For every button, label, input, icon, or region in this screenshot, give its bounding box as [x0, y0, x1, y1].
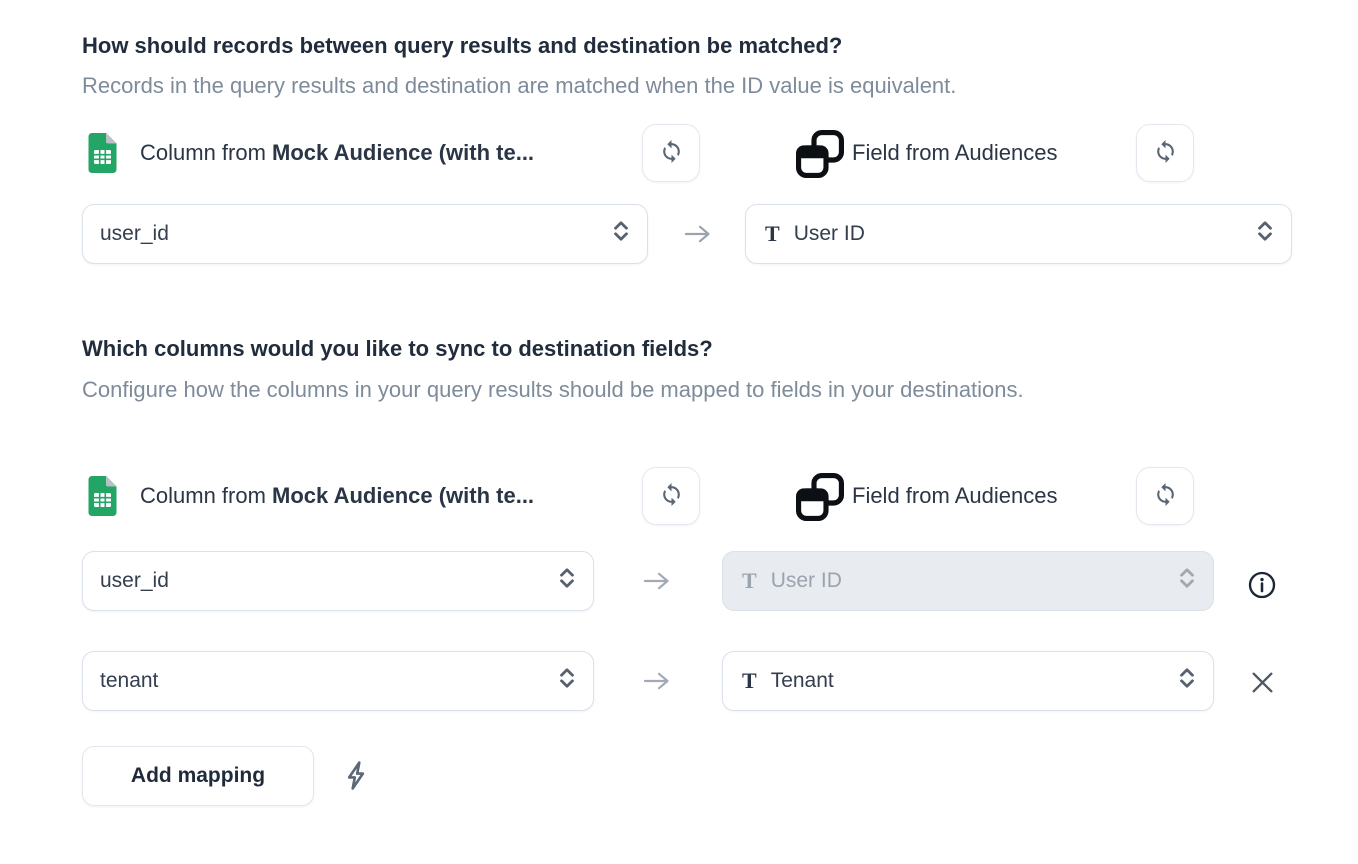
- string-type-icon: T: [742, 668, 757, 694]
- mapping-source-value: user_id: [100, 569, 169, 593]
- refresh-arrows-icon: [659, 482, 684, 510]
- up-down-chevrons-icon: [1175, 664, 1199, 698]
- info-circle-icon[interactable]: [1247, 570, 1277, 605]
- string-type-icon: T: [765, 221, 780, 247]
- right-arrow-icon: [683, 221, 713, 252]
- mapping-destination-value: Tenant: [771, 669, 834, 693]
- up-down-chevrons-icon: [609, 217, 633, 251]
- sync-section-subtitle: Configure how the columns in your query …: [82, 370, 1024, 410]
- destination-field-label: Field from Audiences: [852, 467, 1057, 525]
- up-down-chevrons-icon: [1175, 564, 1199, 598]
- mapping-row-source-select[interactable]: tenant: [82, 651, 594, 711]
- sync-section-title: Which columns would you like to sync to …: [82, 336, 713, 362]
- mapping-row-destination-select-disabled: T User ID: [722, 551, 1214, 611]
- up-down-chevrons-icon: [555, 664, 579, 698]
- match-section-subtitle: Records in the query results and destina…: [82, 73, 956, 99]
- match-destination-value: User ID: [794, 222, 865, 246]
- lightning-bolt-icon[interactable]: [343, 760, 369, 796]
- mapping-destination-value: User ID: [771, 569, 842, 593]
- match-header-row: Column from Mock Audience (with te... Fi…: [82, 124, 1298, 182]
- refresh-arrows-icon: [1153, 139, 1178, 167]
- swap-source-button[interactable]: [642, 467, 700, 525]
- right-arrow-icon: [642, 668, 672, 699]
- spreadsheet-file-icon: [88, 476, 117, 521]
- refresh-arrows-icon: [659, 139, 684, 167]
- string-type-icon: T: [742, 568, 757, 594]
- match-source-value: user_id: [100, 222, 169, 246]
- spreadsheet-file-icon: [88, 133, 117, 178]
- sync-header-row: Column from Mock Audience (with te... Fi…: [82, 467, 1298, 525]
- up-down-chevrons-icon: [555, 564, 579, 598]
- match-destination-select[interactable]: T User ID: [745, 204, 1292, 264]
- match-source-select[interactable]: user_id: [82, 204, 648, 264]
- stacked-windows-icon: [796, 473, 844, 526]
- stacked-windows-icon: [796, 130, 844, 183]
- source-column-label: Column from Mock Audience (with te...: [140, 124, 534, 182]
- swap-destination-button[interactable]: [1136, 467, 1194, 525]
- mapping-row-source-select[interactable]: user_id: [82, 551, 594, 611]
- right-arrow-icon: [642, 568, 672, 599]
- source-column-label: Column from Mock Audience (with te...: [140, 467, 534, 525]
- mapping-source-value: tenant: [100, 669, 158, 693]
- add-mapping-button[interactable]: Add mapping: [82, 746, 314, 806]
- source-name: Mock Audience (with te...: [272, 483, 534, 508]
- match-section-title: How should records between query results…: [82, 33, 842, 59]
- swap-destination-button[interactable]: [1136, 124, 1194, 182]
- refresh-arrows-icon: [1153, 482, 1178, 510]
- destination-field-label: Field from Audiences: [852, 124, 1057, 182]
- mapping-row-destination-select[interactable]: T Tenant: [722, 651, 1214, 711]
- x-close-icon[interactable]: [1249, 669, 1276, 701]
- destination-name: Audiences: [955, 483, 1058, 508]
- sync-mapping-panel: How should records between query results…: [0, 0, 1358, 864]
- destination-name: Audiences: [955, 140, 1058, 165]
- source-name: Mock Audience (with te...: [272, 140, 534, 165]
- swap-source-button[interactable]: [642, 124, 700, 182]
- up-down-chevrons-icon: [1253, 217, 1277, 251]
